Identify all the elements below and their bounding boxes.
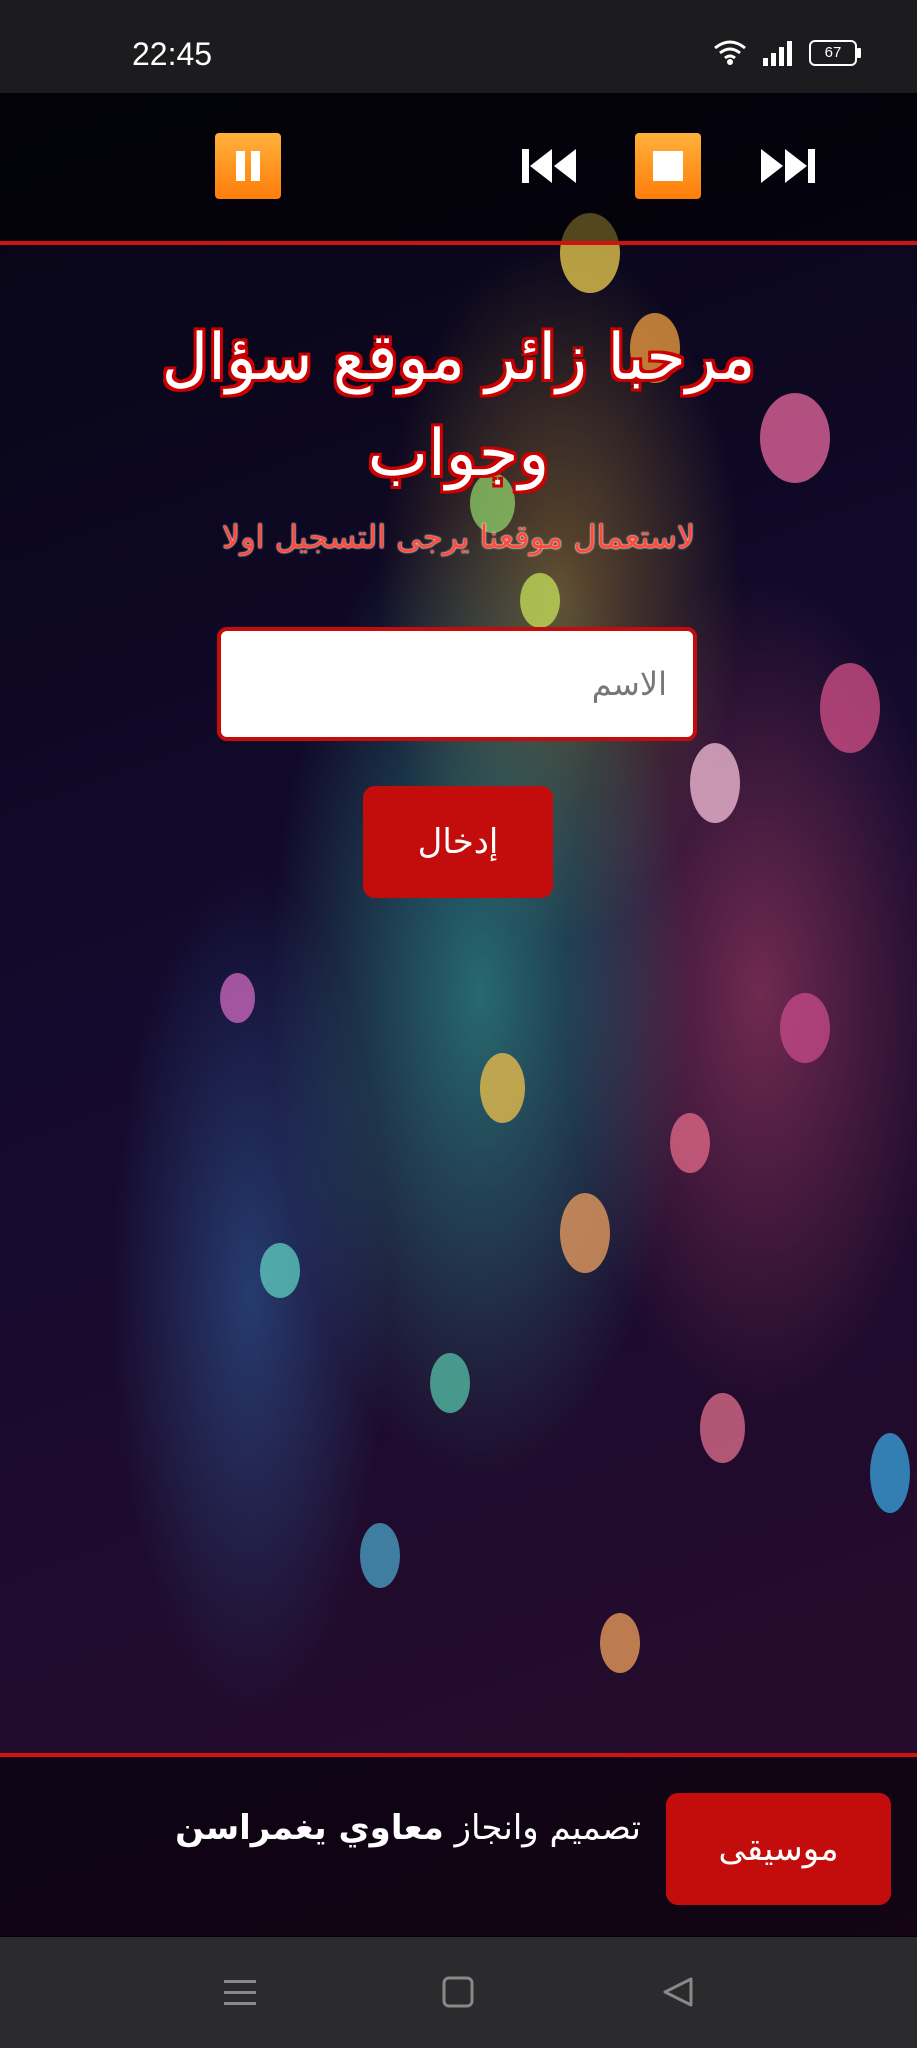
back-button[interactable] [648, 1967, 708, 2017]
page-subtitle: لاستعمال موقعنا يرجى التسجيل اولا [221, 518, 696, 556]
credit-prefix: تصميم وانجاز [454, 1808, 641, 1848]
name-input[interactable] [217, 627, 697, 741]
music-button[interactable]: موسيقى [666, 1793, 891, 1905]
stop-icon [653, 151, 683, 181]
stop-button[interactable] [635, 133, 701, 199]
menu-button[interactable] [210, 1967, 270, 2017]
credit-name: معاوي يغمراسن [175, 1808, 444, 1848]
home-icon [442, 1976, 474, 2008]
status-icons: 67 [713, 40, 861, 66]
previous-button[interactable] [516, 133, 582, 199]
battery-level: 67 [824, 44, 842, 61]
status-time: 22:45 [132, 36, 213, 72]
status-bar: 22:45 67 [0, 0, 917, 93]
credit-text: تصميم وانجاز معاوي يغمراسن [175, 1808, 641, 1848]
skip-previous-icon [522, 149, 576, 183]
divider [0, 241, 917, 245]
battery-icon: 67 [809, 40, 861, 66]
pause-icon [236, 151, 260, 181]
page-title: مرحبا زائر موقع سؤال وجواب [161, 321, 756, 491]
next-button[interactable] [755, 133, 821, 199]
wifi-icon [714, 40, 746, 65]
signal-icon [763, 41, 792, 66]
home-button[interactable] [428, 1967, 488, 2017]
menu-icon [224, 1980, 256, 2005]
navigation-bar [0, 1937, 917, 2048]
submit-button[interactable]: إدخال [363, 786, 553, 898]
back-icon [663, 1977, 693, 2007]
pause-button[interactable] [215, 133, 281, 199]
skip-next-icon [761, 149, 815, 183]
